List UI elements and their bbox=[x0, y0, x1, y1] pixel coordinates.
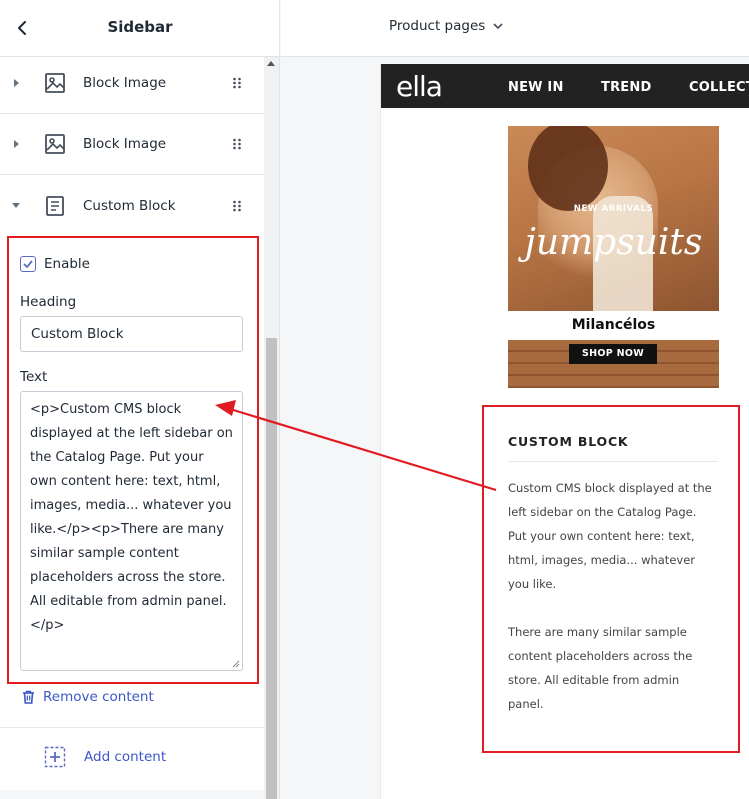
shop-now-button[interactable]: SHOP NOW bbox=[569, 344, 657, 364]
block-row-image-2[interactable]: Block Image bbox=[0, 114, 264, 175]
caret-right-icon[interactable] bbox=[11, 78, 21, 88]
nav-item-collections[interactable]: COLLECT bbox=[689, 80, 749, 95]
panel-header: Sidebar bbox=[0, 0, 280, 57]
preview-topbar: Product pages bbox=[281, 0, 749, 57]
promo-floor: SHOP NOW bbox=[508, 340, 719, 388]
block-row-image-1[interactable]: Block Image bbox=[0, 57, 264, 114]
promo-banner[interactable]: NEW ARRIVALS jumpsuits Milancélos SHOP N… bbox=[508, 126, 719, 388]
panel-title: Sidebar bbox=[107, 18, 173, 36]
promo-photo: NEW ARRIVALS jumpsuits bbox=[508, 126, 719, 311]
add-content-button[interactable]: Add content bbox=[44, 746, 166, 768]
trash-icon bbox=[23, 690, 34, 704]
add-block-icon bbox=[44, 746, 66, 768]
drag-handle-icon[interactable] bbox=[232, 200, 242, 212]
remove-content-label: Remove content bbox=[43, 689, 154, 705]
caret-down-icon[interactable] bbox=[11, 201, 21, 211]
scroll-up-arrow-icon[interactable] bbox=[267, 61, 275, 66]
store-logo[interactable]: ella bbox=[396, 70, 443, 103]
block-label: Block Image bbox=[83, 75, 167, 91]
store-header: ella NEW IN TREND COLLECT bbox=[381, 64, 749, 108]
nav-item-new-in[interactable]: NEW IN bbox=[508, 80, 564, 95]
promo-brand: Milancélos bbox=[508, 311, 719, 340]
image-icon bbox=[45, 134, 65, 154]
text-block-icon bbox=[46, 195, 64, 216]
block-label: Custom Block bbox=[83, 197, 176, 214]
scrollbar-thumb[interactable] bbox=[266, 338, 277, 799]
remove-content-button[interactable]: Remove content bbox=[22, 689, 154, 705]
block-row-custom[interactable]: Custom Block bbox=[0, 175, 264, 236]
annotation-frame-preview bbox=[482, 405, 740, 753]
promo-subtitle: NEW ARRIVALS bbox=[573, 204, 654, 214]
drag-handle-icon[interactable] bbox=[232, 138, 242, 150]
divider bbox=[0, 727, 264, 728]
block-label: Block Image bbox=[83, 136, 167, 152]
theme-editor: Sidebar Block Image Block Image Custom B… bbox=[0, 0, 749, 799]
image-icon bbox=[45, 73, 65, 93]
page-type-label: Product pages bbox=[389, 18, 486, 34]
promo-script-title: jumpsuits bbox=[524, 222, 703, 263]
chevron-down-icon bbox=[493, 23, 503, 29]
page-type-dropdown[interactable]: Product pages bbox=[389, 18, 503, 34]
add-content-label: Add content bbox=[84, 749, 167, 765]
caret-right-icon[interactable] bbox=[11, 139, 21, 149]
nav-item-trend[interactable]: TREND bbox=[601, 80, 651, 95]
annotation-frame-editor bbox=[7, 236, 259, 684]
panel-footer-strip bbox=[0, 790, 264, 799]
panel-scrollbar[interactable] bbox=[264, 57, 279, 799]
drag-handle-icon[interactable] bbox=[232, 77, 242, 89]
